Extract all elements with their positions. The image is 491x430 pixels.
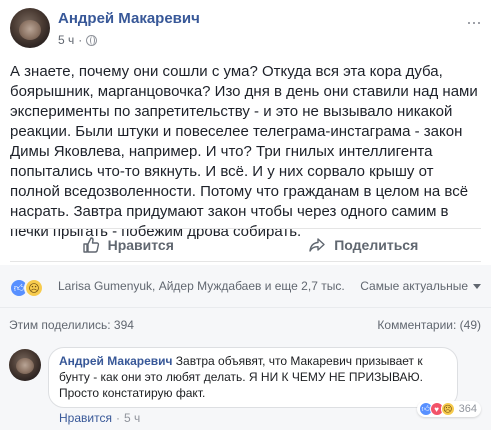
comment-author[interactable]: Андрей Макаревич [59, 354, 172, 368]
sort-dropdown[interactable]: Самые актуальные [360, 279, 481, 293]
reactions-bar: 👍︎ ☹ Larisa Gumenyuk, Айдер Муждабаев и … [0, 265, 491, 307]
thumbs-up-icon [82, 237, 99, 253]
shares-count[interactable]: Этим поделились: 394 [9, 318, 134, 332]
more-icon[interactable]: ··· [466, 12, 482, 33]
post-time[interactable]: 5 ч [58, 33, 74, 47]
comment-reaction-count: 364 [458, 403, 477, 415]
comment-reactions[interactable]: 👍︎ ♥ ☹ 364 [416, 401, 481, 417]
comment-separator: · [115, 411, 120, 425]
comments-area: Андрей Макаревич Завтра объявят, что Мак… [0, 339, 491, 430]
share-button[interactable]: Поделиться [246, 229, 482, 261]
author-avatar[interactable] [10, 8, 50, 48]
share-label: Поделиться [334, 237, 419, 253]
chevron-down-icon [473, 283, 481, 289]
like-button[interactable]: Нравится [10, 229, 246, 261]
comment-bubble: Андрей Макаревич Завтра объявят, что Мак… [48, 347, 458, 408]
globe-icon[interactable] [86, 34, 98, 46]
comment-actions: Нравится · 5 ч [59, 411, 140, 425]
sad-reaction-icon: ☹ [440, 402, 455, 416]
post-text: А знаете, почему они сошли с ума? Откуда… [10, 63, 478, 240]
meta-dot: · [78, 33, 83, 47]
shares-row: Этим поделились: 394 Комментарии: (49) [0, 307, 491, 340]
comments-count[interactable]: Комментарии: (49) [377, 318, 481, 332]
author-name[interactable]: Андрей Макаревич [58, 10, 200, 27]
comment-time[interactable]: 5 ч [124, 411, 140, 425]
post-meta: 5 ч · [58, 33, 98, 47]
sort-label: Самые актуальные [360, 279, 468, 293]
post-header: Андрей Макаревич 5 ч · ··· [0, 0, 491, 62]
reaction-icons[interactable]: 👍︎ ☹ [9, 278, 44, 298]
comment-like-button[interactable]: Нравится [59, 411, 112, 425]
reaction-names[interactable]: Larisa Gumenyuk, Айдер Муждабаев и еще 2… [58, 279, 345, 293]
sad-reaction-icon: ☹ [24, 278, 44, 298]
share-arrow-icon [309, 238, 325, 252]
post-actions: Нравится Поделиться [10, 228, 481, 262]
comment-avatar[interactable] [9, 349, 41, 381]
like-label: Нравится [107, 237, 174, 253]
